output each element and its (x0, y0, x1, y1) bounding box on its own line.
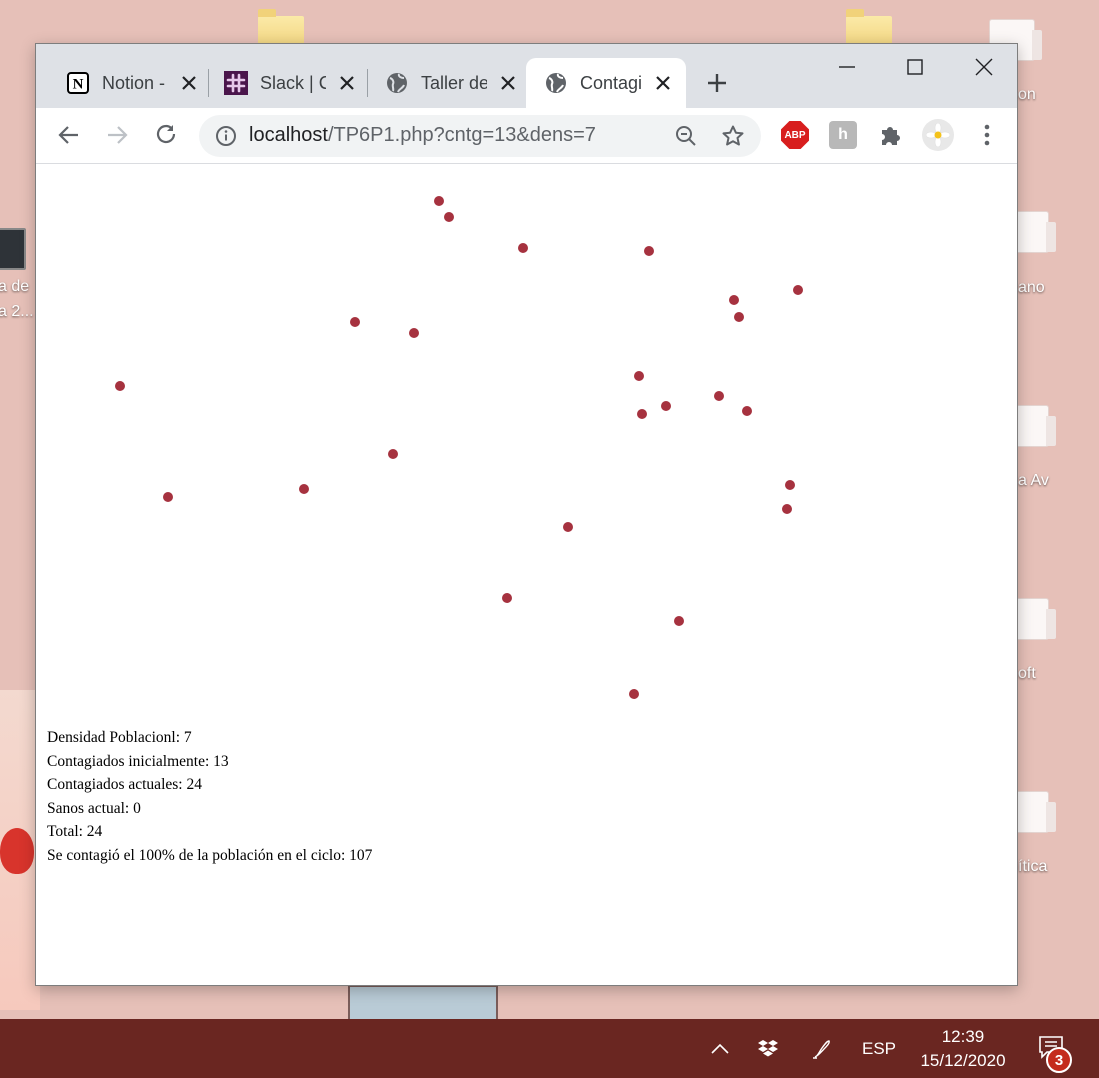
terminal-icon[interactable] (0, 228, 26, 270)
stat-full-infection-cycle: Se contagió el 100% de la población en e… (47, 846, 373, 864)
infected-person-dot (793, 285, 803, 295)
forward-arrow-icon[interactable] (104, 122, 130, 148)
infected-person-dot (115, 381, 125, 391)
browser-window: N Notion - Slack | C Taller de Contagi l… (35, 43, 1018, 986)
url-text: localhost/TP6P1.php?cntg=13&dens=7 (249, 124, 596, 147)
infected-person-dot (518, 243, 528, 253)
page-viewport: Densidad Poblacionl: 7 Contagiados inici… (36, 164, 1017, 985)
infected-person-dot (637, 409, 647, 419)
population-canvas (115, 196, 803, 699)
stat-total: Total: 24 (47, 823, 103, 841)
reload-icon[interactable] (153, 122, 179, 148)
tab-title: Notion - (102, 72, 166, 93)
honey-extension-icon[interactable]: h (829, 121, 857, 149)
adblock-plus-icon[interactable]: ABP (781, 121, 809, 149)
infected-person-dot (674, 616, 684, 626)
close-window-icon[interactable] (971, 54, 997, 80)
info-icon[interactable] (215, 125, 237, 147)
extensions-puzzle-icon[interactable] (877, 121, 905, 149)
clock-time: 12:39 (941, 1027, 985, 1046)
notification-count-badge: 3 (1046, 1047, 1072, 1073)
close-icon[interactable] (497, 72, 519, 94)
infected-person-dot (634, 371, 644, 381)
address-bar[interactable]: localhost/TP6P1.php?cntg=13&dens=7 (199, 115, 761, 157)
desktop-label: oft (1018, 665, 1036, 682)
infected-person-dot (434, 196, 444, 206)
infected-person-dot (629, 689, 639, 699)
infected-person-dot (299, 484, 309, 494)
wallpaper-illustration (348, 985, 498, 1023)
strawberry-illustration (0, 828, 34, 874)
globe-icon (385, 71, 409, 95)
tab-title: Contagi (580, 72, 642, 93)
dropbox-icon[interactable] (756, 1037, 780, 1061)
star-icon[interactable] (721, 124, 745, 148)
infected-person-dot (714, 391, 724, 401)
url-host: localhost (249, 124, 328, 146)
language-indicator[interactable]: ESP (862, 1039, 896, 1059)
desktop-label: ítica (1018, 858, 1048, 875)
stat-healthy: Sanos actual: 0 (47, 799, 141, 817)
infected-person-dot (785, 480, 795, 490)
infected-person-dot (742, 406, 752, 416)
stat-initial-infected: Contagiados inicialmente: 13 (47, 752, 229, 770)
desktop-label: on (1018, 86, 1036, 103)
zoom-icon[interactable] (674, 124, 698, 148)
globe-icon (544, 71, 568, 95)
notion-icon: N (66, 71, 90, 95)
infected-person-dot (502, 593, 512, 603)
desktop-label: a de (0, 278, 30, 295)
taskbar: ESP 12:39 15/12/2020 3 (0, 1019, 1099, 1078)
infected-person-dot (563, 522, 573, 532)
tab-slack[interactable]: Slack | C (194, 58, 366, 108)
clock[interactable]: 12:39 15/12/2020 (914, 1025, 1012, 1073)
stat-current-infected: Contagiados actuales: 24 (47, 776, 202, 794)
infected-person-dot (734, 312, 744, 322)
infected-person-dot (644, 246, 654, 256)
infected-person-dot (729, 295, 739, 305)
maximize-icon[interactable] (902, 54, 928, 80)
stat-density: Densidad Poblacionl: 7 (47, 729, 192, 746)
infected-person-dot (782, 504, 792, 514)
slack-icon (224, 71, 248, 95)
minimize-icon[interactable] (834, 54, 860, 80)
tab-notion[interactable]: N Notion - (36, 58, 208, 108)
infected-person-dot (163, 492, 173, 502)
clock-date: 15/12/2020 (920, 1051, 1006, 1070)
chevron-up-icon[interactable] (708, 1037, 732, 1061)
back-arrow-icon[interactable] (56, 122, 82, 148)
tab-contagio[interactable]: Contagi (526, 58, 686, 108)
infected-person-dot (409, 328, 419, 338)
infected-person-dot (661, 401, 671, 411)
new-tab-plus-icon[interactable] (704, 70, 730, 96)
profile-avatar-icon[interactable] (922, 119, 954, 151)
infected-person-dot (350, 317, 360, 327)
tab-taller[interactable]: Taller de (355, 58, 527, 108)
tab-title: Taller de (421, 72, 487, 93)
infected-person-dot (444, 212, 454, 222)
tab-strip: N Notion - Slack | C Taller de Contagi (36, 44, 1017, 108)
browser-toolbar: localhost/TP6P1.php?cntg=13&dens=7 ABP h (36, 108, 1017, 164)
url-path: /TP6P1.php?cntg=13&dens=7 (327, 124, 596, 146)
desktop-label: ano (1018, 279, 1045, 296)
infected-person-dot (388, 449, 398, 459)
pen-icon[interactable] (810, 1037, 834, 1061)
svg-text:N: N (73, 77, 84, 93)
desktop-label: a 2... (0, 303, 34, 320)
stats-panel: Densidad Poblacionl: 7 Contagiados inici… (47, 726, 372, 868)
menu-kebab-icon[interactable] (973, 121, 1001, 149)
tab-title: Slack | C (260, 72, 326, 93)
close-icon[interactable] (652, 72, 674, 94)
desktop-label: a Av (1018, 472, 1049, 489)
